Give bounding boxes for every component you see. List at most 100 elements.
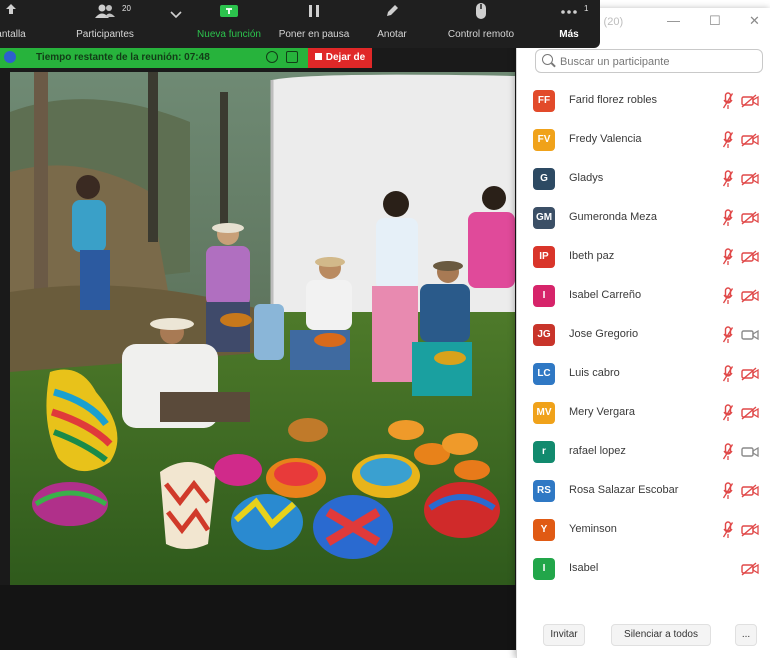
participant-avatar: I: [533, 558, 555, 580]
mic-muted-icon[interactable]: [723, 365, 733, 383]
camera-off-icon[interactable]: [741, 211, 759, 225]
participant-avatar: FV: [533, 129, 555, 151]
meeting-stage: antalla 20 Participantes Nueva función: [0, 0, 600, 650]
search-input[interactable]: [558, 53, 758, 71]
participant-search[interactable]: [535, 49, 763, 73]
shield-icon[interactable]: [266, 51, 278, 63]
participant-row[interactable]: I Isabel Carreño: [517, 277, 770, 316]
participant-row[interactable]: I Isabel: [517, 550, 770, 589]
participants-menu-chevron[interactable]: [168, 2, 184, 46]
mic-muted-icon[interactable]: [723, 326, 733, 344]
chevron-down-icon: [168, 2, 184, 28]
participant-row[interactable]: JG Jose Gregorio: [517, 316, 770, 355]
participant-row[interactable]: GM Gumeronda Meza: [517, 199, 770, 238]
mic-muted-icon[interactable]: [723, 443, 733, 461]
more-options-button[interactable]: ...: [735, 624, 757, 646]
mic-muted-icon[interactable]: [723, 170, 733, 188]
camera-off-icon[interactable]: [741, 406, 759, 420]
invite-button[interactable]: Invitar: [543, 624, 585, 646]
more-dots-icon: [552, 2, 586, 28]
participant-row[interactable]: IP Ibeth paz: [517, 238, 770, 277]
camera-off-icon[interactable]: [741, 94, 759, 108]
stage-bottom-area: [0, 585, 520, 650]
new-feature-button[interactable]: Nueva función: [192, 2, 266, 46]
camera-icon[interactable]: [741, 445, 759, 459]
share-screen-button[interactable]: antalla: [0, 2, 36, 46]
participant-name: Jose Gregorio: [569, 328, 639, 340]
participant-row[interactable]: FF Farid florez robles: [517, 82, 770, 121]
participant-avatar: G: [533, 168, 555, 190]
pause-share-label: Poner en pausa: [278, 29, 350, 40]
mic-muted-icon[interactable]: [723, 209, 733, 227]
participant-name: Rosa Salazar Escobar: [569, 484, 679, 496]
pause-share-button[interactable]: Poner en pausa: [276, 2, 352, 46]
more-badge: 1: [584, 4, 589, 13]
mic-muted-icon[interactable]: [723, 482, 733, 500]
participant-name: Yeminson: [569, 523, 617, 535]
mouse-icon: [440, 2, 522, 28]
mic-muted-icon[interactable]: [723, 287, 733, 305]
participant-row[interactable]: r rafael lopez: [517, 433, 770, 472]
participants-panel: s (20) — ☐ ✕ FFFarid florez roblesFVFred…: [516, 8, 770, 658]
participant-avatar: LC: [533, 363, 555, 385]
participant-row[interactable]: LC Luis cabro: [517, 355, 770, 394]
camera-off-icon[interactable]: [741, 172, 759, 186]
participant-avatar: MV: [533, 402, 555, 424]
camera-off-icon[interactable]: [741, 250, 759, 264]
search-icon: [542, 54, 553, 65]
participant-name: Farid florez robles: [569, 94, 658, 106]
camera-off-icon[interactable]: [741, 484, 759, 498]
participant-avatar: JG: [533, 324, 555, 346]
remote-control-button[interactable]: Control remoto: [440, 2, 522, 46]
participant-avatar: I: [533, 285, 555, 307]
annotate-label: Anotar: [377, 29, 407, 40]
meeting-timer-bar: Tiempo restante de la reunión: 07:48: [0, 48, 308, 68]
camera-off-icon[interactable]: [741, 133, 759, 147]
participant-name: Mery Vergara: [569, 406, 636, 418]
participant-row[interactable]: G Gladys: [517, 160, 770, 199]
minimize-icon[interactable]: —: [667, 13, 680, 28]
more-label: Más: [559, 29, 579, 40]
maximize-icon[interactable]: ☐: [709, 13, 721, 29]
camera-off-icon[interactable]: [741, 562, 759, 576]
stop-share-button[interactable]: Dejar de: [308, 48, 372, 68]
participant-name: Luis cabro: [569, 367, 620, 379]
mic-muted-icon[interactable]: [723, 92, 733, 110]
camera-off-icon[interactable]: [741, 523, 759, 537]
puzzle-icon: [192, 2, 266, 28]
mute-all-button[interactable]: Silenciar a todos: [611, 624, 711, 646]
more-button[interactable]: 1 Más: [552, 2, 589, 46]
participant-name: Isabel Carreño: [569, 289, 642, 301]
participant-name: Fredy Valencia: [569, 133, 642, 145]
camera-off-icon[interactable]: [741, 367, 759, 381]
camera-icon[interactable]: [741, 328, 759, 342]
shared-screen-photo: [10, 72, 515, 585]
mic-muted-icon[interactable]: [723, 404, 733, 422]
participant-list: FF Farid florez robles FV Fredy Valencia G Gl…: [517, 82, 770, 589]
share-icon: [0, 2, 36, 28]
participant-avatar: IP: [533, 246, 555, 268]
share-screen-label: antalla: [0, 29, 26, 40]
participant-name: Isabel: [569, 562, 599, 574]
annotate-button[interactable]: Anotar: [372, 2, 412, 46]
info-icon[interactable]: [286, 51, 298, 63]
timer-info-icon: [4, 51, 16, 63]
mic-muted-icon[interactable]: [723, 131, 733, 149]
participant-row[interactable]: RS Rosa Salazar Escobar: [517, 472, 770, 511]
participant-row[interactable]: MV Mery Vergara: [517, 394, 770, 433]
participant-name: Gumeronda Meza: [569, 211, 658, 223]
participant-name: Ibeth paz: [569, 250, 615, 262]
camera-off-icon[interactable]: [741, 289, 759, 303]
close-icon[interactable]: ✕: [749, 13, 760, 29]
mic-muted-icon[interactable]: [723, 521, 733, 539]
participants-label: Participantes: [76, 29, 134, 40]
meeting-toolbar: antalla 20 Participantes Nueva función: [0, 0, 600, 48]
mic-muted-icon[interactable]: [723, 248, 733, 266]
panel-footer: Invitar Silenciar a todos ...: [517, 620, 770, 650]
participants-button[interactable]: 20 Participantes: [72, 2, 138, 46]
participant-avatar: r: [533, 441, 555, 463]
participant-row[interactable]: Y Yeminson: [517, 511, 770, 550]
pause-icon: [276, 2, 352, 28]
participant-row[interactable]: FV Fredy Valencia: [517, 121, 770, 160]
stop-square-icon: [314, 53, 322, 60]
